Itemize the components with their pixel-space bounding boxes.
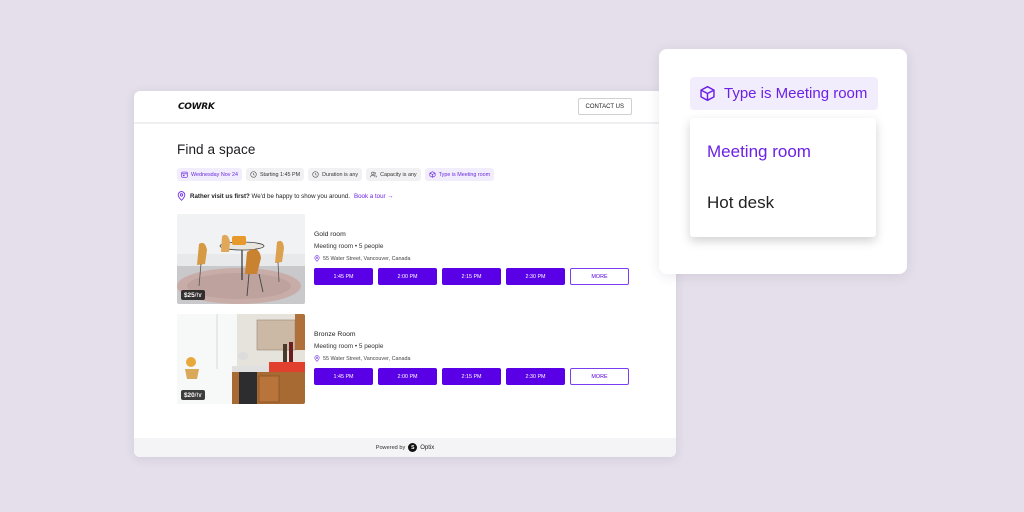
filter-start-time[interactable]: Starting 1:45 PM xyxy=(245,168,305,181)
filter-capacity-label: Capacity is any xyxy=(380,171,417,178)
main-content: Find a space Wednesday Nov 24 Starting 1… xyxy=(134,124,676,404)
room-address: 55 Water Street, Vancouver, Canada xyxy=(314,355,632,362)
price-unit: /hr xyxy=(194,291,203,299)
type-filter-chip[interactable]: Type is Meeting room xyxy=(690,77,878,110)
filter-start-time-label: Starting 1:45 PM xyxy=(259,171,301,178)
type-filter-zoom-panel: Type is Meeting room Meeting room Hot de… xyxy=(659,49,907,274)
cowrk-logo[interactable]: COWRK xyxy=(178,102,215,112)
arrow-right-icon: → xyxy=(387,192,394,200)
time-slots: 1:45 PM 2:00 PM 2:15 PM 2:30 PM MORE xyxy=(314,368,632,385)
listing-card: $20/hr Bronze Room Meeting room • 5 peop… xyxy=(177,314,632,404)
app-header: COWRK CONTACT US xyxy=(134,91,676,124)
tour-text: Rather visit us first? We'd be happy to … xyxy=(190,193,350,200)
room-meta: Meeting room • 5 people xyxy=(314,343,384,350)
location-pin-icon xyxy=(314,255,320,262)
price-amount: $25 xyxy=(184,291,195,299)
filter-bar: Wednesday Nov 24 Starting 1:45 PM Durati… xyxy=(177,168,632,181)
book-tour-link[interactable]: Book a tour → xyxy=(354,193,394,200)
tour-body: We'd be happy to show you around. xyxy=(249,192,350,200)
filter-type[interactable]: Type is Meeting room xyxy=(424,168,495,181)
room-name[interactable]: Gold room xyxy=(314,231,632,238)
time-slot-button[interactable]: 2:15 PM xyxy=(442,368,501,385)
cube-icon xyxy=(700,85,715,102)
powered-by-text: Powered by xyxy=(375,444,406,451)
cube-icon xyxy=(429,171,436,178)
book-tour-label: Book a tour xyxy=(353,192,386,200)
time-slot-button[interactable]: 1:45 PM xyxy=(314,268,373,285)
time-slot-button[interactable]: 1:45 PM xyxy=(314,368,373,385)
room-photo[interactable]: $25/hr xyxy=(177,214,305,304)
powered-by-footer: Powered by S Optix xyxy=(134,438,676,457)
room-meta: Meeting room • 5 people xyxy=(314,243,384,250)
price-unit: /hr xyxy=(194,391,203,399)
clock-icon xyxy=(312,171,319,178)
filter-type-label: Type is Meeting room xyxy=(438,171,491,178)
time-slot-button[interactable]: 2:00 PM xyxy=(378,268,437,285)
filter-capacity[interactable]: Capacity is any xyxy=(366,168,421,181)
tour-question: Rather visit us first? xyxy=(190,192,250,200)
time-slot-button[interactable]: 2:00 PM xyxy=(378,368,437,385)
more-times-button[interactable]: MORE xyxy=(570,368,629,385)
time-slot-button[interactable]: 2:30 PM xyxy=(506,268,565,285)
type-dropdown-menu: Meeting room Hot desk xyxy=(690,118,876,237)
listing-card: $25/hr Gold room Meeting room • 5 people… xyxy=(177,214,632,304)
price-tag: $20/hr xyxy=(181,390,206,400)
dropdown-option-meeting-room[interactable]: Meeting room xyxy=(707,142,811,162)
price-tag: $25/hr xyxy=(181,290,206,300)
app-window: COWRK CONTACT US Find a space Wednesday … xyxy=(134,91,676,457)
dropdown-option-hot-desk[interactable]: Hot desk xyxy=(707,193,774,213)
filter-duration[interactable]: Duration is any xyxy=(308,168,363,181)
filter-date[interactable]: Wednesday Nov 24 xyxy=(177,168,242,181)
room-name[interactable]: Bronze Room xyxy=(314,331,632,338)
time-slots: 1:45 PM 2:00 PM 2:15 PM 2:30 PM MORE xyxy=(314,268,632,285)
room-photo[interactable]: $20/hr xyxy=(177,314,305,404)
time-slot-button[interactable]: 2:30 PM xyxy=(506,368,565,385)
people-icon xyxy=(370,171,377,178)
contact-us-button[interactable]: CONTACT US xyxy=(577,98,632,115)
calendar-icon xyxy=(181,171,188,178)
room-address-text: 55 Water Street, Vancouver, Canada xyxy=(323,355,411,362)
room-address: 55 Water Street, Vancouver, Canada xyxy=(314,255,632,262)
clock-icon xyxy=(250,171,257,178)
location-pin-icon xyxy=(314,355,320,362)
location-pin-icon xyxy=(177,191,186,201)
tour-banner: Rather visit us first? We'd be happy to … xyxy=(177,191,632,201)
type-filter-chip-label: Type is Meeting room xyxy=(724,85,868,102)
filter-duration-label: Duration is any xyxy=(322,171,359,178)
listing-info: Bronze Room Meeting room • 5 people 55 W… xyxy=(305,314,632,404)
optix-brand-link[interactable]: Optix xyxy=(420,445,434,451)
listing-info: Gold room Meeting room • 5 people 55 Wat… xyxy=(305,214,632,304)
time-slot-button[interactable]: 2:15 PM xyxy=(442,268,501,285)
optix-logo-icon: S xyxy=(408,443,418,452)
room-address-text: 55 Water Street, Vancouver, Canada xyxy=(323,255,411,262)
page-title: Find a space xyxy=(177,142,256,157)
filter-date-label: Wednesday Nov 24 xyxy=(191,171,238,178)
price-amount: $20 xyxy=(184,391,195,399)
more-times-button[interactable]: MORE xyxy=(570,268,629,285)
